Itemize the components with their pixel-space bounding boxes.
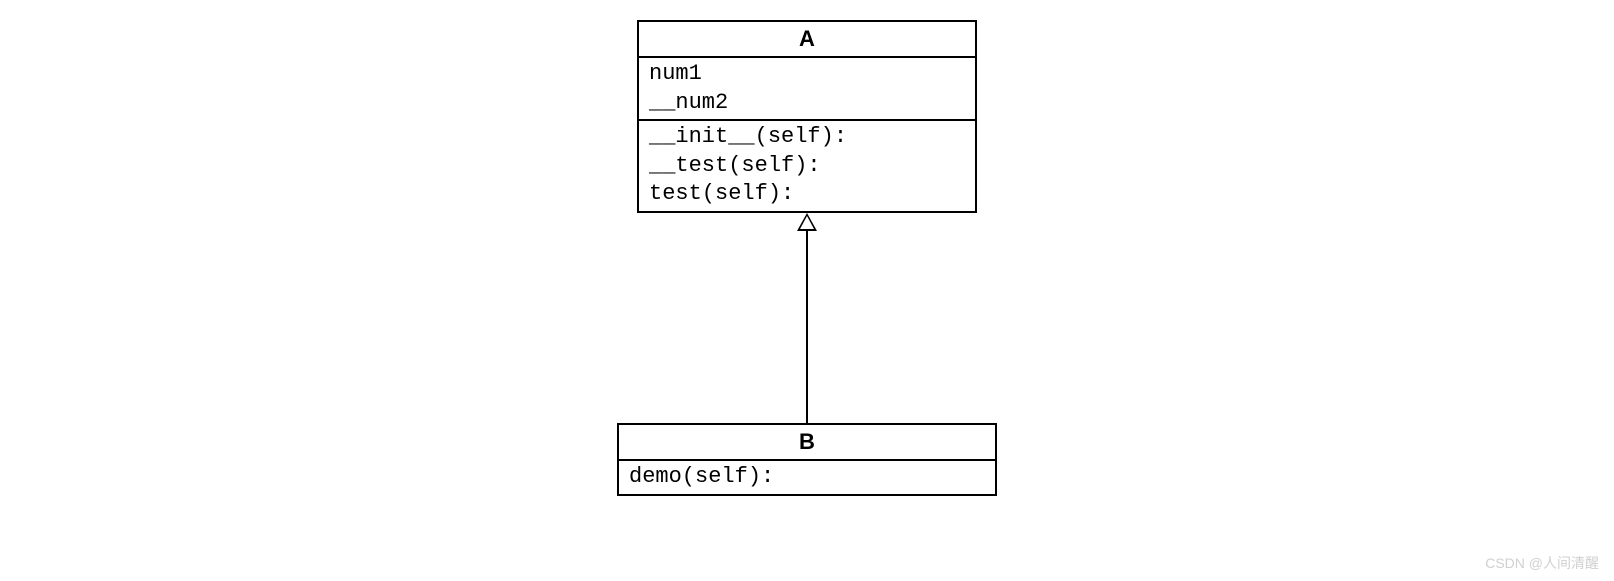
class-a-attributes: num1 __num2: [639, 58, 975, 121]
inheritance-arrow: [797, 213, 817, 423]
watermark-text: CSDN @人间清醒: [1485, 553, 1599, 573]
class-a-methods: __init__(self): __test(self): test(self)…: [639, 121, 975, 211]
attribute-row: __num2: [649, 89, 965, 118]
class-b-box: B demo(self):: [617, 423, 997, 496]
arrow-head-icon: [797, 213, 817, 231]
class-b-name: B: [619, 425, 995, 461]
method-row: __init__(self):: [649, 123, 965, 152]
uml-diagram: A num1 __num2 __init__(self): __test(sel…: [617, 20, 997, 496]
arrow-line: [806, 231, 808, 423]
class-a-box: A num1 __num2 __init__(self): __test(sel…: [637, 20, 977, 213]
method-row: __test(self):: [649, 152, 965, 181]
method-row: demo(self):: [629, 463, 985, 492]
class-a-name: A: [639, 22, 975, 58]
attribute-row: num1: [649, 60, 965, 89]
method-row: test(self):: [649, 180, 965, 209]
class-b-methods: demo(self):: [619, 461, 995, 494]
